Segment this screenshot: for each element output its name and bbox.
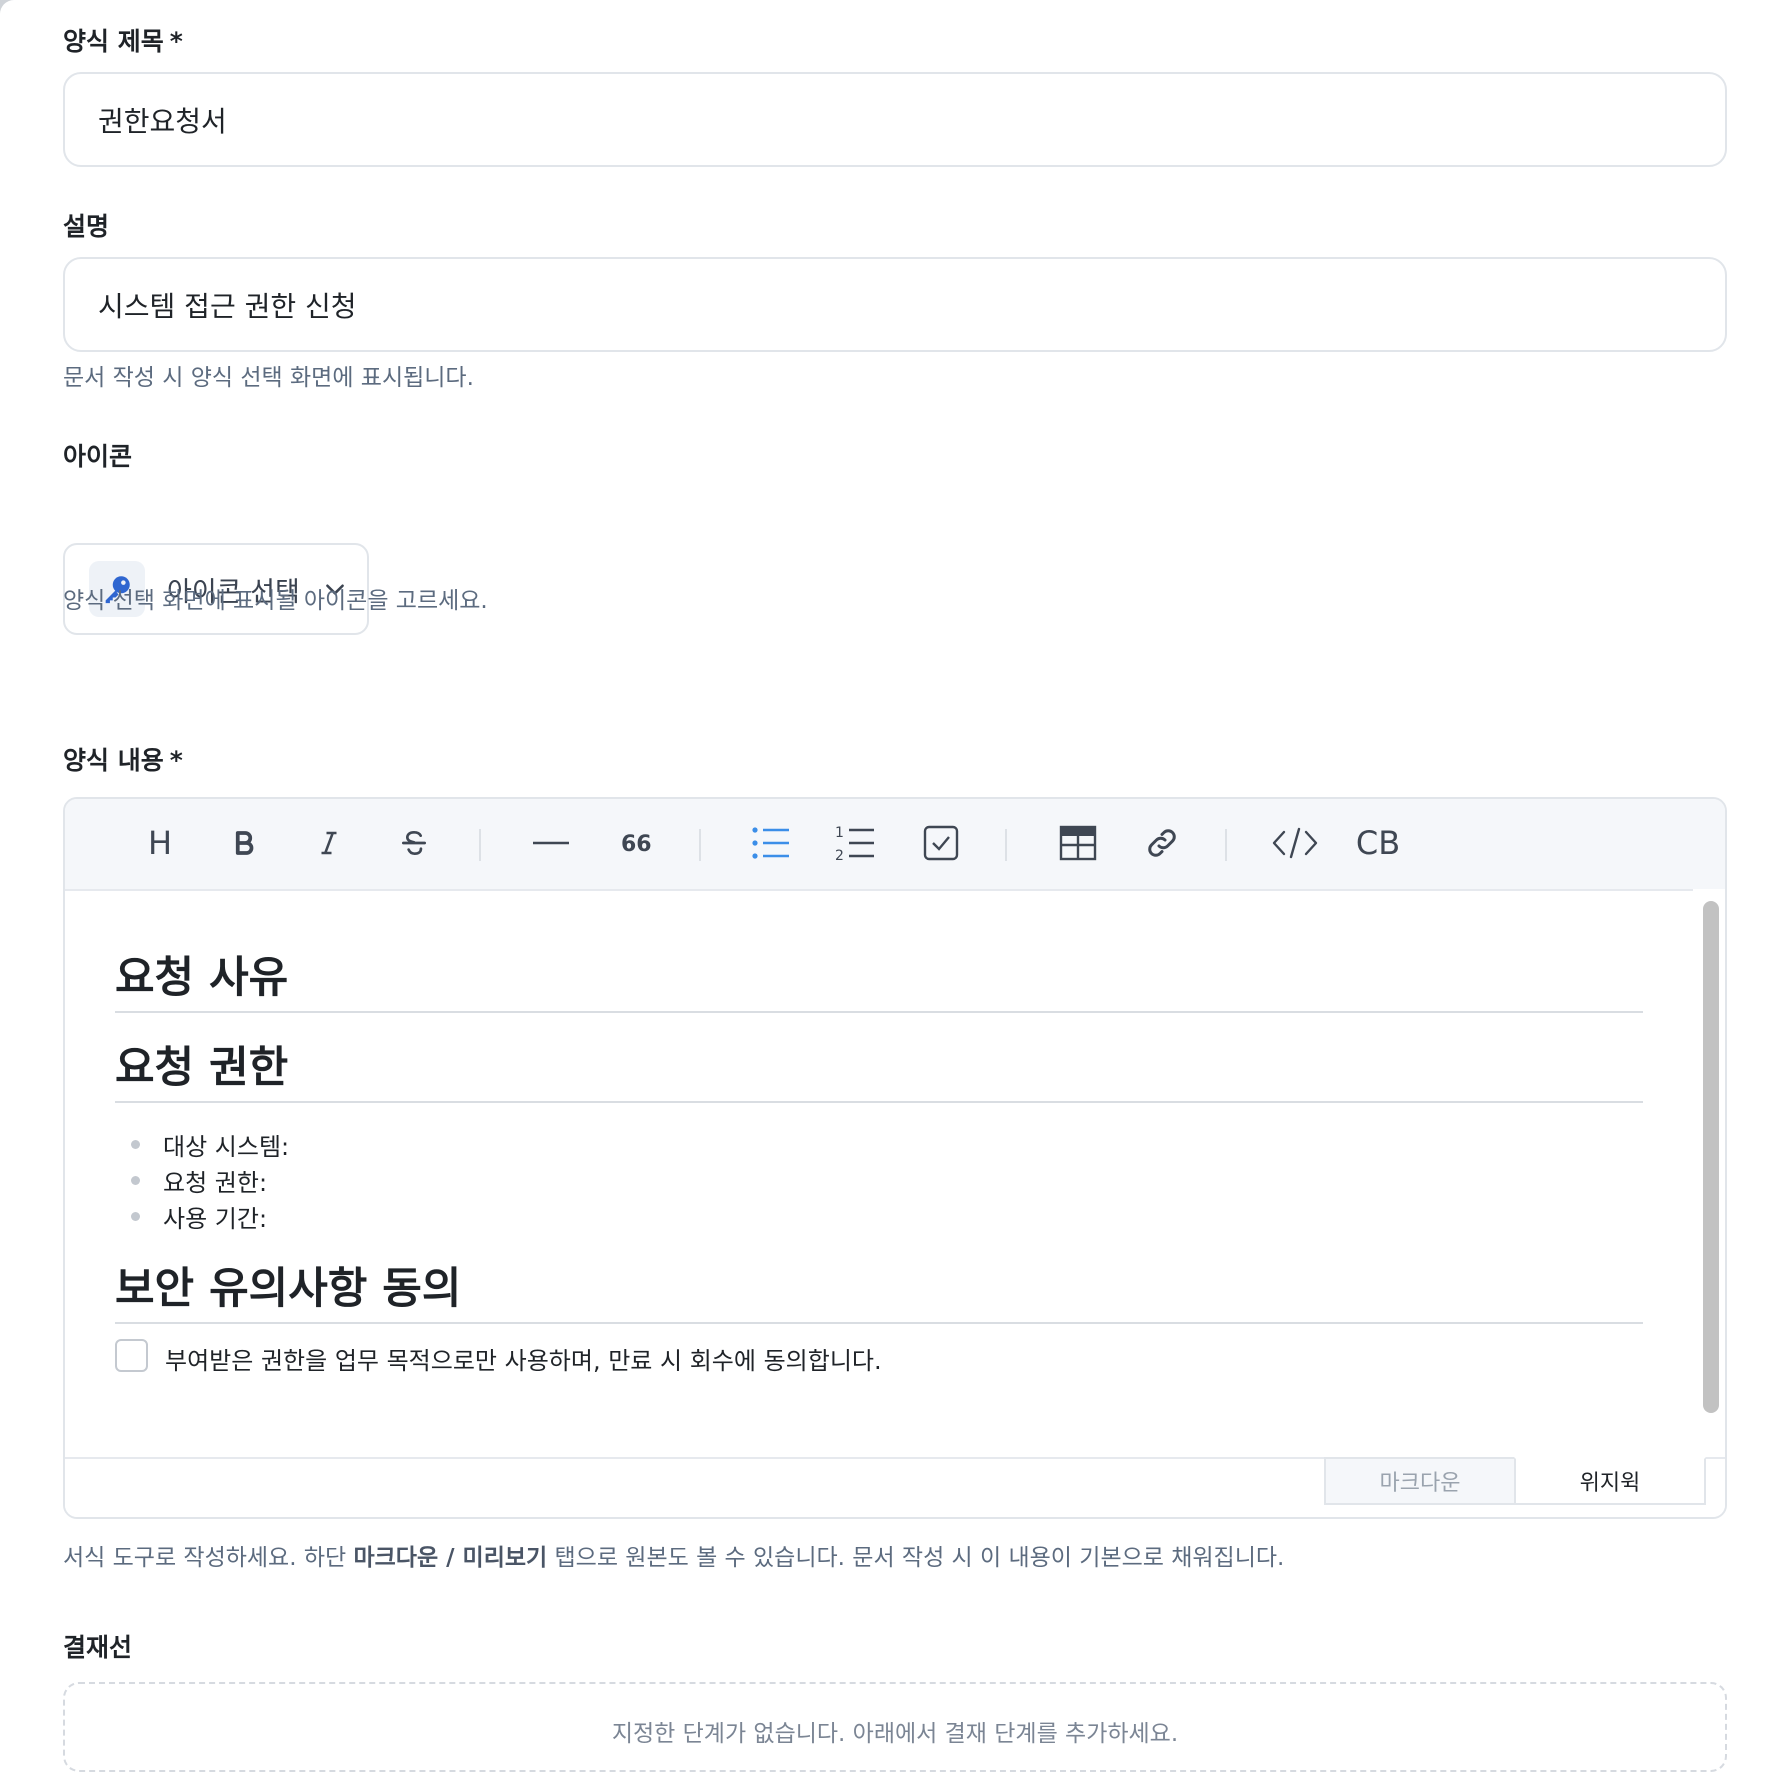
link-icon[interactable]	[1138, 819, 1186, 867]
editor-toolbar: H 66 12 CB	[65, 799, 1725, 891]
title-input-value: 권한요청서	[98, 104, 227, 138]
toolbar-divider	[1005, 829, 1007, 861]
description-label: 설명	[63, 212, 110, 241]
content-heading: 요청 권한	[115, 1043, 289, 1093]
description-input[interactable]: 시스템 접근 권한 신청	[63, 257, 1727, 352]
list-item: 사용 기간:	[163, 1205, 268, 1233]
list-item: 요청 권한:	[163, 1169, 268, 1197]
bullet-dot	[131, 1176, 140, 1185]
quote-icon[interactable]: 66	[611, 819, 659, 867]
title-label-text: 양식 제목	[63, 27, 164, 56]
content-help-strong: 마크다운 / 미리보기	[353, 1545, 548, 1571]
window-corner	[0, 0, 14, 14]
heading-icon-text: H	[147, 824, 173, 862]
editor-footer: 마크다운 위지윅	[65, 1457, 1725, 1517]
description-input-value: 시스템 접근 권한 신청	[98, 289, 357, 323]
required-mark: *	[169, 27, 183, 56]
code-icon[interactable]	[1271, 819, 1319, 867]
icon-help: 양식 선택 화면에 표시될 아이콘을 고르세요.	[63, 588, 488, 614]
bullet-list-icon[interactable]	[747, 819, 795, 867]
tab-wysiwyg[interactable]: 위지윅	[1514, 1457, 1706, 1505]
svg-text:66: 66	[621, 832, 651, 857]
bullet-dot	[131, 1140, 140, 1149]
icon-label: 아이콘	[63, 442, 133, 471]
approval-label: 결재선	[63, 1633, 133, 1662]
required-mark: *	[169, 746, 183, 775]
markdown-editor: H 66 12 CB 요청 사유 요청 권한 대상 시스템: 요청 권한: 사용…	[63, 797, 1727, 1519]
strike-icon[interactable]	[390, 819, 438, 867]
list-item: 대상 시스템:	[163, 1133, 290, 1161]
content-label-text: 양식 내용	[63, 746, 164, 775]
bullet-dot	[131, 1212, 140, 1221]
toolbar-divider	[699, 829, 701, 861]
task-list-icon[interactable]	[917, 819, 965, 867]
title-input[interactable]: 권한요청서	[63, 72, 1727, 167]
content-label: 양식 내용 *	[63, 741, 183, 777]
table-icon[interactable]	[1054, 819, 1102, 867]
description-help: 문서 작성 시 양식 선택 화면에 표시됩니다.	[63, 365, 474, 391]
hr-icon[interactable]	[527, 819, 575, 867]
toolbar-divider	[1225, 829, 1227, 861]
content-help-suffix: 탭으로 원본도 볼 수 있습니다. 문서 작성 시 이 내용이 기본으로 채워집…	[547, 1545, 1285, 1571]
italic-icon[interactable]	[305, 819, 353, 867]
heading-underline	[115, 1011, 1643, 1013]
bold-icon[interactable]	[220, 819, 268, 867]
heading-icon[interactable]: H	[136, 819, 184, 867]
heading-underline	[115, 1322, 1643, 1324]
title-label: 양식 제목 *	[63, 22, 183, 58]
content-help-prefix: 서식 도구로 작성하세요. 하단	[63, 1545, 354, 1571]
toolbar-divider	[479, 829, 481, 861]
content-heading: 요청 사유	[115, 953, 289, 1003]
content-help: 서식 도구로 작성하세요. 하단 마크다운 / 미리보기 탭으로 원본도 볼 수…	[63, 1538, 1284, 1572]
editor-content[interactable]: 요청 사유 요청 권한 대상 시스템: 요청 권한: 사용 기간: 보안 유의사…	[65, 889, 1697, 1461]
task-checkbox[interactable]	[115, 1339, 148, 1372]
heading-underline	[115, 1101, 1643, 1103]
approval-empty-message: 지정한 단계가 없습니다. 아래에서 결재 단계를 추가하세요.	[611, 1721, 1179, 1747]
svg-text:1: 1	[835, 825, 844, 841]
content-heading: 보안 유의사항 동의	[115, 1264, 462, 1314]
code-block-icon-text: CB	[1355, 824, 1401, 862]
code-block-icon[interactable]: CB	[1354, 819, 1402, 867]
tab-markdown[interactable]: 마크다운	[1324, 1457, 1516, 1505]
ordered-list-icon[interactable]: 12	[831, 819, 879, 867]
editor-scrollbar-thumb[interactable]	[1703, 901, 1719, 1413]
svg-text:2: 2	[835, 848, 844, 862]
task-item-text: 부여받은 권한을 업무 목적으로만 사용하며, 만료 시 회수에 동의합니다.	[165, 1347, 882, 1375]
